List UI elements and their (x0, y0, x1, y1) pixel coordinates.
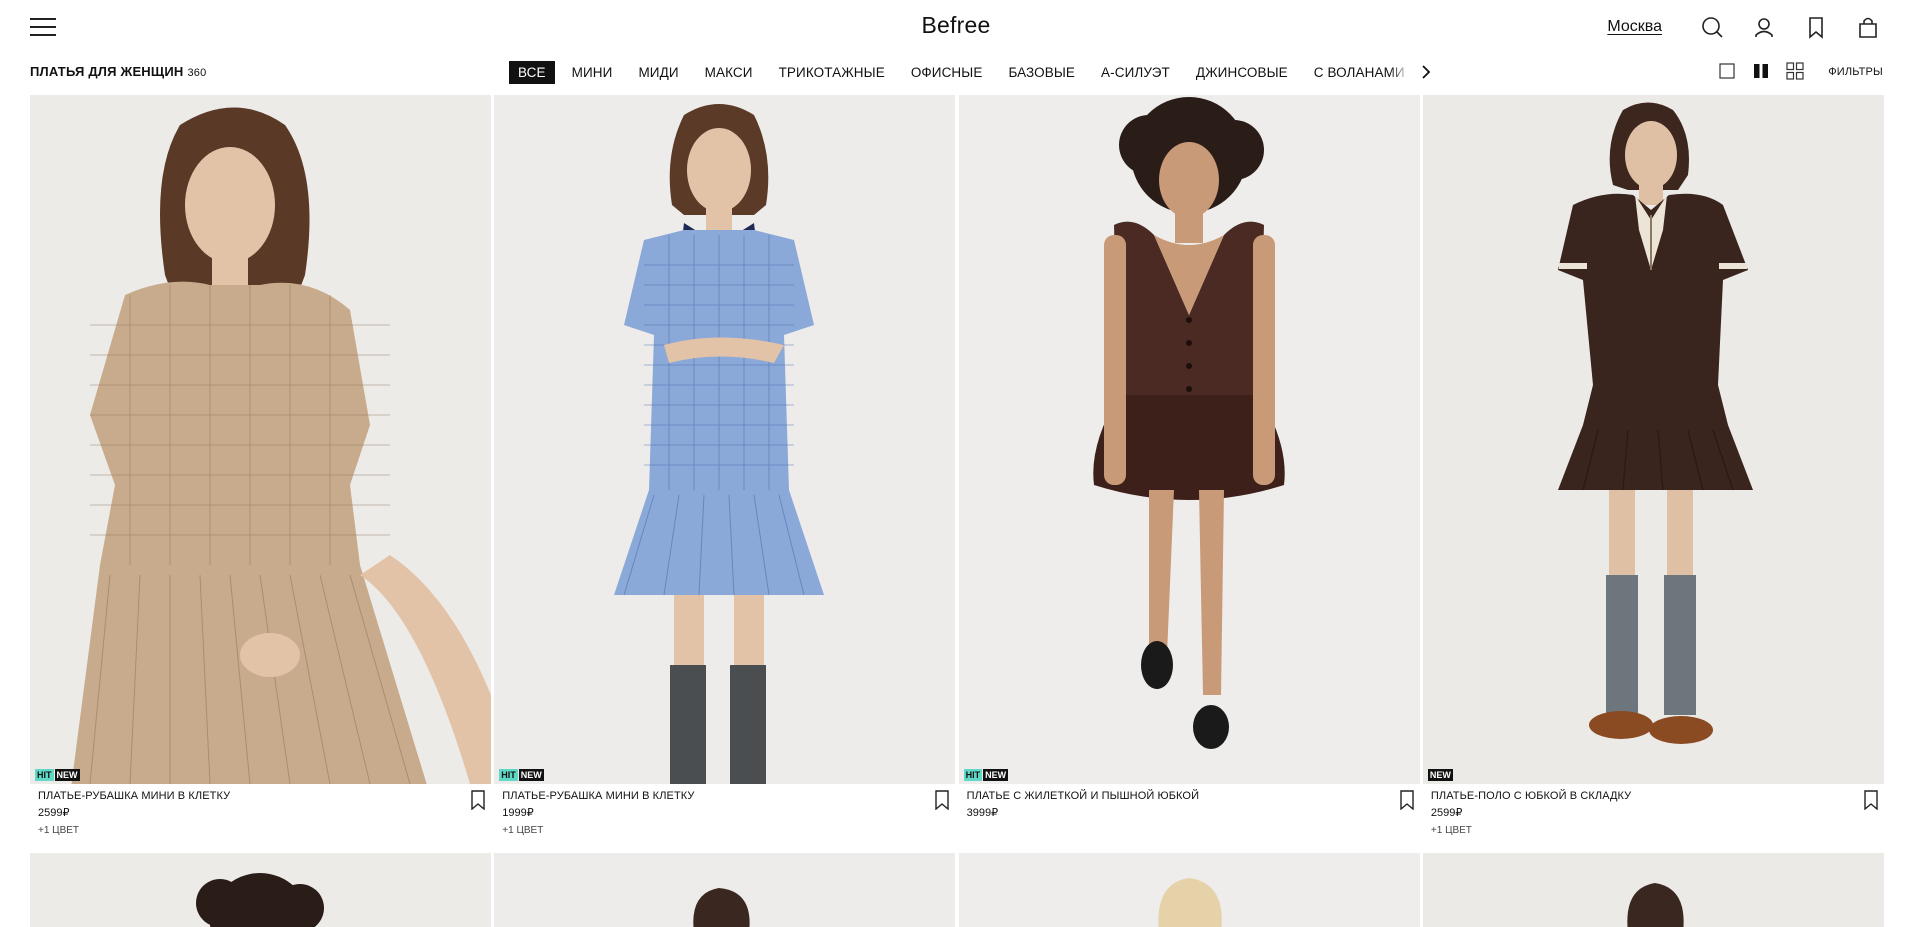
tab-mini[interactable]: МИНИ (563, 61, 622, 84)
product-image[interactable] (1422, 853, 1884, 927)
product-price: 2599₽ (38, 807, 70, 819)
tab-basic[interactable]: БАЗОВЫЕ (999, 61, 1084, 84)
new-badge: NEW (1427, 769, 1453, 781)
product-name[interactable]: ПЛАТЬЕ-РУБАШКА МИНИ В КЛЕТКУ (502, 788, 947, 805)
product-price: 1999₽ (502, 807, 534, 819)
tab-knitted[interactable]: ТРИКОТАЖНЫЕ (770, 61, 894, 84)
product-card[interactable] (30, 853, 491, 927)
site-logo[interactable]: Befree (922, 12, 991, 38)
tab-office[interactable]: ОФИСНЫЕ (902, 61, 992, 84)
bookmark-icon[interactable] (1398, 789, 1416, 811)
product-card[interactable] (1422, 853, 1884, 927)
city-selector[interactable]: Москва (1607, 18, 1662, 36)
hit-badge: HIT (499, 769, 518, 781)
hit-badge: HIT (35, 769, 54, 781)
category-bar: ПЛАТЬЯ ДЛЯ ЖЕНЩИН 360 ВСЕ МИНИ МИДИ МАКСИ… (0, 58, 1912, 86)
product-colors[interactable]: +1 ЦВЕТ (1431, 822, 1876, 839)
new-badge: NEW (54, 769, 80, 781)
tab-a-line[interactable]: А-СИЛУЭТ (1092, 61, 1179, 84)
product-badges: HIT NEW (35, 769, 80, 781)
site-header: Befree Москва (0, 0, 1912, 54)
bookmark-icon[interactable] (469, 789, 487, 811)
grid-view-icon[interactable] (1786, 62, 1804, 80)
hit-badge: HIT (963, 769, 983, 781)
menu-icon[interactable] (30, 16, 56, 38)
product-price: 3999₽ (966, 807, 999, 819)
product-card[interactable] (958, 853, 1420, 927)
product-colors[interactable]: +1 ЦВЕТ (38, 822, 483, 839)
product-name[interactable]: ПЛАТЬЕ-ПОЛО С ЮБКОЙ В СКЛАДКУ (1431, 788, 1876, 805)
product-info: ПЛАТЬЕ-РУБАШКА МИНИ В КЛЕТКУ 1999₽ +1 ЦВ… (494, 784, 955, 853)
double-view-icon[interactable] (1752, 62, 1770, 80)
product-info: ПЛАТЬЕ С ЖИЛЕТКОЙ И ПЫШНОЙ ЮБКОЙ 3999₽ (959, 784, 1420, 853)
bookmark-icon[interactable] (1862, 789, 1880, 811)
category-tabs: ВСЕ МИНИ МИДИ МАКСИ ТРИКОТАЖНЫЕ ОФИСНЫЕ … (509, 60, 1410, 84)
product-image[interactable]: HIT NEW (958, 95, 1420, 784)
single-view-icon[interactable] (1718, 62, 1736, 80)
product-badges: HIT NEW (963, 769, 1009, 781)
tab-all[interactable]: ВСЕ (509, 60, 555, 84)
user-icon[interactable] (1750, 13, 1778, 41)
product-image[interactable]: NEW (1422, 95, 1884, 784)
product-image[interactable]: HIT NEW (494, 95, 956, 784)
product-card[interactable]: HIT NEW ПЛАТЬЕ С ЖИЛЕТКОЙ И ПЫШНОЙ ЮБКОЙ… (958, 95, 1420, 853)
product-card[interactable]: HIT NEW ПЛАТЬЕ-РУБАШКА МИНИ В КЛЕТКУ 199… (494, 95, 956, 853)
product-card[interactable]: HIT NEW ПЛАТЬЕ-РУБАШКА МИНИ В КЛЕТКУ 259… (30, 95, 491, 853)
new-badge: NEW (983, 769, 1009, 781)
bookmark-icon[interactable] (1802, 13, 1830, 41)
product-price: 2599₽ (1430, 807, 1463, 819)
page-title-text: ПЛАТЬЯ ДЛЯ ЖЕНЩИН (30, 64, 184, 79)
product-image[interactable] (494, 853, 956, 927)
tab-denim[interactable]: ДЖИНСОВЫЕ (1187, 61, 1297, 84)
product-image[interactable]: HIT NEW (30, 95, 491, 784)
tab-maxi[interactable]: МАКСИ (696, 61, 762, 84)
product-image[interactable] (30, 853, 491, 927)
product-badges: HIT NEW (499, 769, 544, 781)
product-grid: HIT NEW ПЛАТЬЕ-РУБАШКА МИНИ В КЛЕТКУ 259… (30, 95, 1884, 927)
product-count: 360 (187, 67, 207, 79)
tabs-fade (1390, 60, 1410, 84)
new-badge: NEW (518, 769, 544, 781)
product-info: ПЛАТЬЕ-ПОЛО С ЮБКОЙ В СКЛАДКУ 2599₽ +1 Ц… (1423, 784, 1884, 853)
filters-button[interactable]: ФИЛЬТРЫ (1828, 66, 1883, 78)
product-badges: NEW (1427, 769, 1453, 781)
page-title: ПЛАТЬЯ ДЛЯ ЖЕНЩИН 360 (30, 64, 206, 79)
product-name[interactable]: ПЛАТЬЕ-РУБАШКА МИНИ В КЛЕТКУ (38, 788, 483, 805)
product-image[interactable] (958, 853, 1420, 927)
header-actions: Москва (1607, 14, 1882, 40)
product-colors[interactable]: +1 ЦВЕТ (502, 822, 947, 839)
tab-midi[interactable]: МИДИ (629, 61, 687, 84)
view-toggles (1718, 62, 1804, 80)
product-card[interactable]: NEW ПЛАТЬЕ-ПОЛО С ЮБКОЙ В СКЛАДКУ 2599₽ … (1422, 95, 1884, 853)
bag-icon[interactable] (1854, 13, 1882, 41)
product-card[interactable] (494, 853, 956, 927)
chevron-right-icon[interactable] (1416, 61, 1436, 83)
product-name[interactable]: ПЛАТЬЕ С ЖИЛЕТКОЙ И ПЫШНОЙ ЮБКОЙ (967, 788, 1412, 805)
product-info: ПЛАТЬЕ-РУБАШКА МИНИ В КЛЕТКУ 2599₽ +1 ЦВ… (30, 784, 491, 853)
search-icon[interactable] (1698, 13, 1726, 41)
bookmark-icon[interactable] (933, 789, 951, 811)
